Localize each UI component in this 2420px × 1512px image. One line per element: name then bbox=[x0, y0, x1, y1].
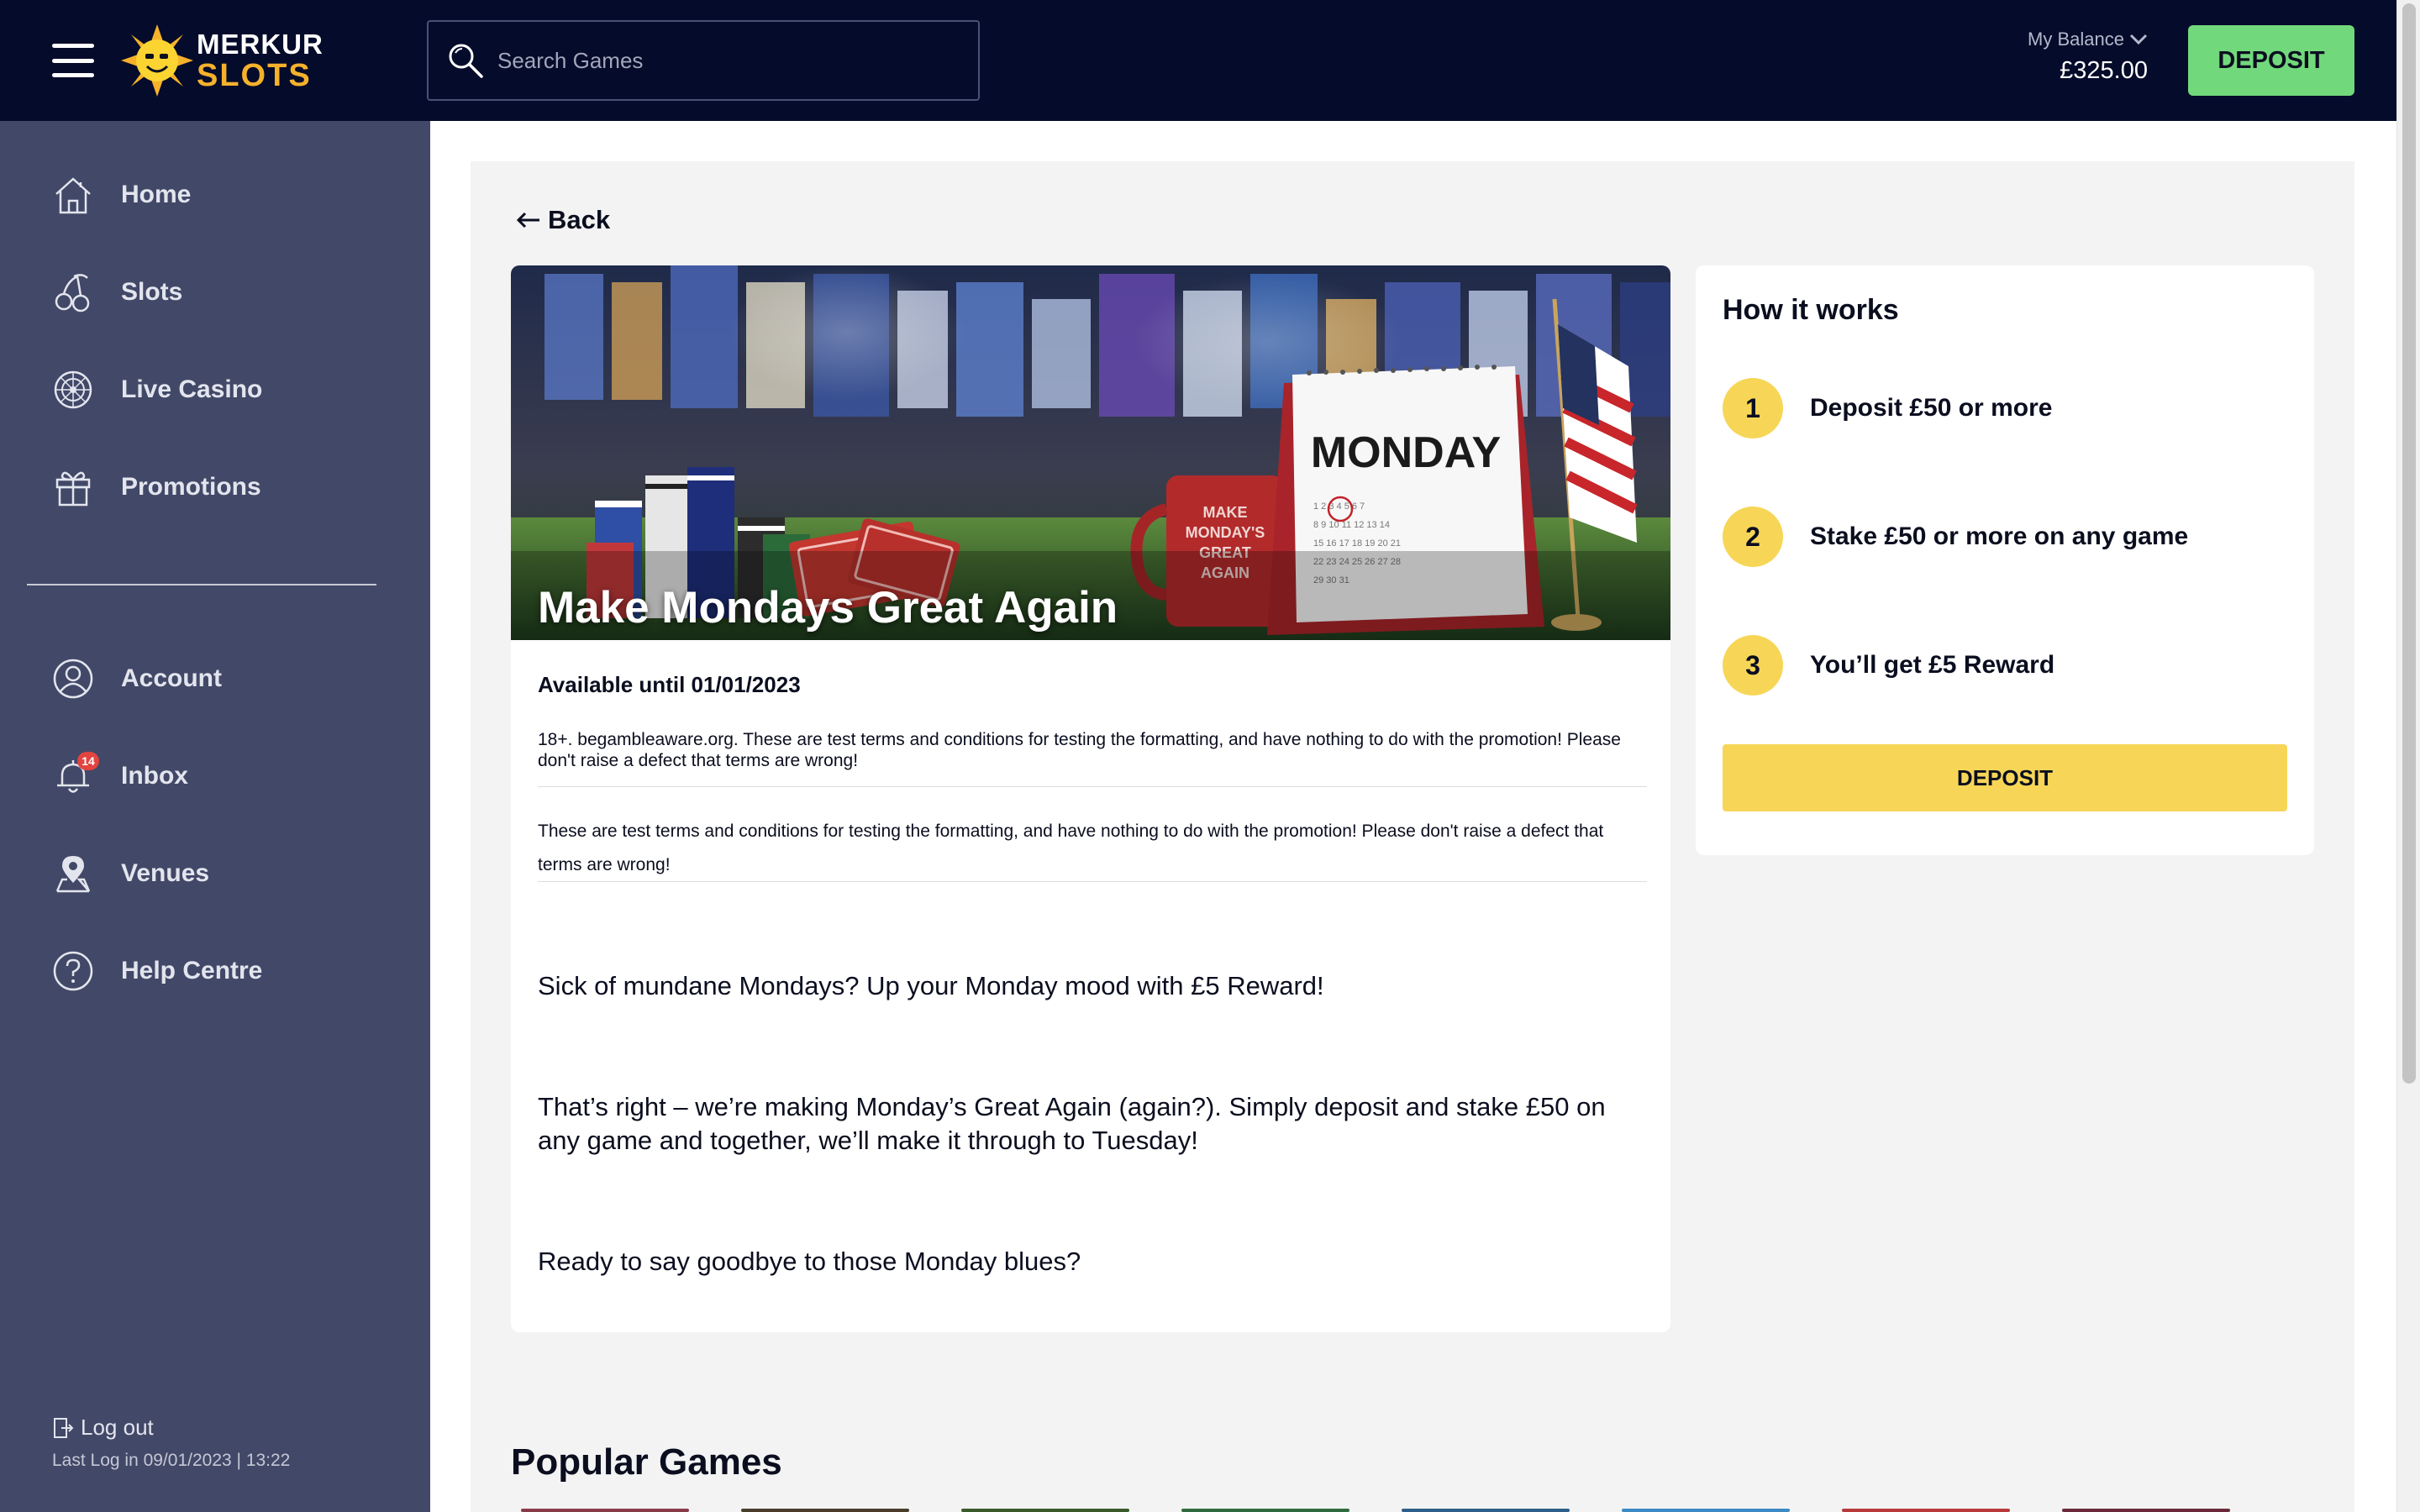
search-input[interactable] bbox=[497, 47, 968, 74]
terms-full: These are test terms and conditions for … bbox=[538, 822, 1604, 874]
game-thumbnail[interactable] bbox=[2062, 1509, 2230, 1512]
merkur-slots-logo[interactable]: MERKUR SLOTS bbox=[121, 24, 323, 97]
sidebar-item-label: Slots bbox=[121, 278, 183, 306]
promo-paragraph: Ready to say goodbye to those Monday blu… bbox=[538, 1247, 1081, 1276]
step-number: 2 bbox=[1723, 507, 1783, 567]
sidebar-item-label: Promotions bbox=[121, 473, 261, 501]
game-thumbnail[interactable] bbox=[961, 1509, 1129, 1512]
logout-link[interactable]: Log out bbox=[52, 1415, 290, 1441]
svg-text:MAKE: MAKE bbox=[1203, 504, 1248, 521]
sidebar-item-promotions[interactable]: Promotions bbox=[52, 462, 261, 512]
step-item: 2 Stake £50 or more on any game bbox=[1723, 507, 2188, 567]
sidebar-item-label: Home bbox=[121, 181, 192, 208]
chevron-down-icon bbox=[2129, 34, 2148, 45]
sidebar: Home Slots Live Casino Promotions Accoun… bbox=[0, 121, 430, 1512]
home-icon bbox=[52, 174, 94, 216]
step-text: You’ll get £5 Reward bbox=[1810, 651, 2055, 679]
sidebar-item-slots[interactable]: Slots bbox=[52, 267, 182, 318]
header-deposit-button[interactable]: DEPOSIT bbox=[2188, 25, 2354, 96]
help-icon bbox=[52, 950, 94, 992]
search-box[interactable] bbox=[427, 20, 980, 101]
balance-amount: £325.00 bbox=[2060, 57, 2148, 84]
bell-icon: 14 bbox=[52, 752, 99, 797]
top-header: MERKUR SLOTS My Balance £325.00 DEPOSIT bbox=[0, 0, 2396, 121]
sidebar-item-venues[interactable]: Venues bbox=[52, 848, 209, 899]
sidebar-item-label: Live Casino bbox=[121, 375, 263, 403]
calendar-word: MONDAY bbox=[1311, 428, 1501, 477]
sidebar-item-label: Help Centre bbox=[121, 957, 263, 984]
sidebar-item-account[interactable]: Account bbox=[52, 654, 222, 704]
svg-text:1 2 3 4 5 6 7: 1 2 3 4 5 6 7 bbox=[1313, 501, 1365, 512]
popular-games-title: Popular Games bbox=[511, 1441, 782, 1483]
logout-label: Log out bbox=[81, 1415, 154, 1440]
popular-games-row bbox=[521, 1509, 2286, 1512]
game-thumbnail[interactable] bbox=[741, 1509, 909, 1512]
promo-paragraph: That’s right – we’re making Monday’s Gre… bbox=[538, 1092, 1606, 1155]
cherries-icon bbox=[52, 271, 94, 313]
sidebar-item-live-casino[interactable]: Live Casino bbox=[52, 365, 262, 415]
sidebar-item-home[interactable]: Home bbox=[52, 170, 191, 220]
promo-paragraph: Sick of mundane Mondays? Up your Monday … bbox=[538, 971, 1324, 1000]
logout-icon bbox=[54, 1417, 74, 1438]
step-text: Stake £50 or more on any game bbox=[1810, 522, 2189, 550]
step-number: 1 bbox=[1723, 378, 1783, 438]
gift-icon bbox=[52, 466, 94, 508]
arrow-left-icon bbox=[516, 212, 539, 228]
balance-widget[interactable]: My Balance £325.00 bbox=[2028, 29, 2148, 85]
game-thumbnail[interactable] bbox=[1181, 1509, 1349, 1512]
sidebar-item-inbox[interactable]: 14 Inbox bbox=[52, 751, 188, 801]
sidebar-item-label: Account bbox=[121, 664, 222, 692]
step-item: 3 You’ll get £5 Reward bbox=[1723, 635, 2054, 696]
game-thumbnail[interactable] bbox=[1842, 1509, 2010, 1512]
how-it-works-title: How it works bbox=[1723, 294, 1899, 326]
last-login-text: Last Log in 09/01/2023 | 13:22 bbox=[52, 1451, 291, 1470]
terms-divider bbox=[538, 786, 1647, 787]
availability-text: Available until 01/01/2023 bbox=[538, 672, 801, 697]
promo-deposit-button[interactable]: DEPOSIT bbox=[1723, 744, 2287, 811]
promotion-card: MAKE MONDAY'S GREAT AGAIN MONDAY 1 2 3 4… bbox=[511, 265, 1670, 1332]
scrollbar-thumb[interactable] bbox=[2402, 3, 2416, 1084]
logo-text-slots: SLOTS bbox=[197, 57, 312, 93]
roulette-icon bbox=[52, 369, 94, 411]
game-thumbnail[interactable] bbox=[1622, 1509, 1790, 1512]
map-pin-icon bbox=[52, 853, 94, 895]
inbox-count-badge: 14 bbox=[77, 752, 99, 770]
search-icon bbox=[449, 44, 483, 78]
svg-text:15 16 17 18 19 20 21: 15 16 17 18 19 20 21 bbox=[1313, 538, 1401, 549]
game-thumbnail[interactable] bbox=[1402, 1509, 1570, 1512]
sidebar-item-label: Inbox bbox=[121, 762, 188, 790]
terms-divider bbox=[538, 881, 1647, 882]
svg-text:8 9 10 11 12 13 14: 8 9 10 11 12 13 14 bbox=[1313, 520, 1390, 530]
sidebar-item-label: Venues bbox=[121, 859, 210, 887]
logout-area: Log out Last Log in 09/01/2023 | 13:22 bbox=[52, 1415, 290, 1471]
page-scrollbar[interactable] bbox=[2396, 0, 2420, 1512]
user-icon bbox=[52, 658, 94, 700]
svg-text:MONDAY'S: MONDAY'S bbox=[1186, 524, 1265, 541]
terms-short: 18+. begambleaware.org. These are test t… bbox=[538, 730, 1621, 770]
back-link[interactable]: Back bbox=[516, 205, 610, 235]
how-it-works-panel: How it works 1 Deposit £50 or more 2 Sta… bbox=[1696, 265, 2314, 855]
step-item: 1 Deposit £50 or more bbox=[1723, 378, 2052, 438]
game-thumbnail[interactable] bbox=[521, 1509, 689, 1512]
sun-mascot-icon bbox=[121, 24, 193, 97]
balance-label: My Balance bbox=[2028, 29, 2124, 50]
step-text: Deposit £50 or more bbox=[1810, 394, 2053, 422]
step-number: 3 bbox=[1723, 635, 1783, 696]
logo-text-merkur: MERKUR bbox=[197, 28, 324, 60]
back-label: Back bbox=[548, 205, 611, 234]
menu-icon[interactable] bbox=[52, 44, 94, 77]
sidebar-item-help-centre[interactable]: Help Centre bbox=[52, 946, 262, 996]
sidebar-divider bbox=[27, 584, 376, 585]
promotion-title: Make Mondays Great Again bbox=[538, 583, 1118, 633]
promotion-hero-image: MAKE MONDAY'S GREAT AGAIN MONDAY 1 2 3 4… bbox=[511, 265, 1670, 640]
